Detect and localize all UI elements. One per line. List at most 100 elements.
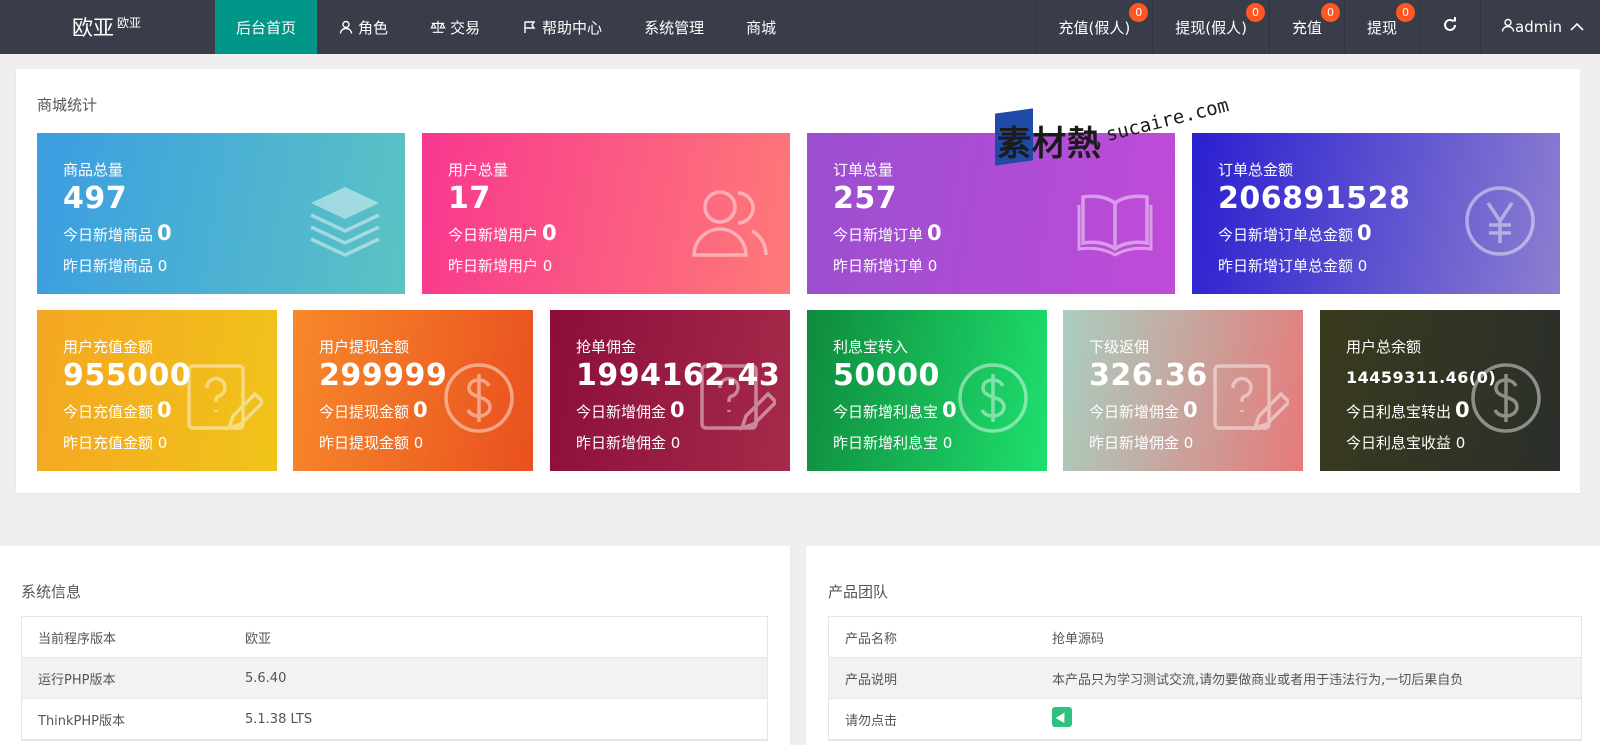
card-today: 今日新增佣金 0 [576, 398, 685, 422]
card-yesterday: 今日利息宝收益 0 [1346, 434, 1466, 452]
stats-title: 商城统计 [37, 96, 98, 114]
nav-withdraw-fake[interactable]: 提现(假人) 0 [1152, 0, 1269, 54]
card-label: 用户提现金额 [319, 338, 410, 356]
row-value: 欧亚 [245, 631, 272, 647]
row-key: ThinkPHP版本 [38, 713, 126, 729]
count-badge: 0 [1245, 3, 1265, 22]
system-info-table: 当前程序版本 欧亚 运行PHP版本 5.6.40 ThinkPHP版本 5.1.… [21, 616, 768, 741]
row-key: 当前程序版本 [38, 631, 117, 647]
card-yesterday: 昨日新增订单总金额 0 [1218, 257, 1368, 275]
table-row: 产品名称 抢单源码 [829, 617, 1581, 658]
card-today: 今日新增佣金 0 [1089, 398, 1198, 422]
flag-icon [522, 19, 538, 35]
card-yesterday: 昨日新增佣金 0 [1089, 434, 1194, 452]
table-row: ThinkPHP版本 5.1.38 LTS [22, 699, 767, 740]
card-value: 17 [448, 181, 491, 216]
top-navbar: 欧亚 欧亚 后台首页 角色 交易 帮助中心 系统管理 商城 充值(假人) 0 提… [0, 0, 1600, 54]
nav-recharge-fake-label: 充值(假人) [1058, 18, 1131, 37]
question-edit-icon [1213, 364, 1289, 431]
card-label: 下级返佣 [1089, 338, 1150, 356]
row-value: 5.1.38 LTS [245, 711, 313, 727]
card-label: 用户总余额 [1346, 338, 1422, 356]
row-value: 本产品只为学习测试交流,请勿要做商业或者用于违法行为,一切后果自负 [1052, 672, 1464, 688]
nav-help-label: 帮助中心 [542, 18, 603, 37]
nav-withdraw-label: 提现 [1366, 18, 1397, 37]
card-value: 326.36 [1089, 358, 1208, 393]
main-nav: 后台首页 角色 交易 帮助中心 系统管理 商城 [215, 0, 797, 54]
nav-withdraw-fake-label: 提现(假人) [1175, 18, 1247, 37]
card-value: 497 [63, 181, 128, 216]
card-yesterday: 昨日提现金额 0 [319, 434, 424, 452]
stat-card-balance[interactable]: 用户总余额 14459311.46(0) 今日利息宝转出 0 今日利息宝收益 0 [1320, 310, 1560, 471]
system-info-panel: 系统信息 当前程序版本 欧亚 运行PHP版本 5.6.40 ThinkPHP版本… [0, 546, 790, 745]
table-row: 请勿点击 [829, 699, 1581, 740]
book-icon [1077, 194, 1153, 257]
nav-withdraw[interactable]: 提现 0 [1343, 0, 1419, 54]
nav-roles-label: 角色 [358, 18, 389, 37]
nav-trade-label: 交易 [450, 18, 481, 37]
stat-card-order-amount[interactable]: 订单总金额 206891528 今日新增订单总金额 0 昨日新增订单总金额 0 [1192, 133, 1560, 294]
logo[interactable]: 欧亚 欧亚 [72, 12, 141, 42]
product-team-title: 产品团队 [828, 583, 889, 601]
card-today: 今日新增利息宝 0 [833, 398, 957, 422]
row-value: 抢单源码 [1052, 631, 1105, 647]
card-yesterday: 昨日新增利息宝 0 [833, 434, 953, 452]
card-label: 商品总量 [63, 161, 124, 179]
row-key: 请勿点击 [845, 713, 898, 729]
card-yesterday: 昨日充值金额 0 [63, 434, 168, 452]
card-today: 今日新增订单 0 [833, 221, 942, 245]
count-badge: 0 [1320, 3, 1340, 22]
table-row: 当前程序版本 欧亚 [22, 617, 767, 658]
stat-card-commission[interactable]: 抢单佣金 1994162.43 今日新增佣金 0 昨日新增佣金 0 [550, 310, 790, 471]
users-icon [692, 190, 768, 257]
card-yesterday: 昨日新增订单 0 [833, 257, 938, 275]
card-value: 955000 [63, 358, 192, 393]
nav-home[interactable]: 后台首页 [215, 0, 318, 54]
stat-card-sub-rebate[interactable]: 下级返佣 326.36 今日新增佣金 0 昨日新增佣金 0 [1063, 310, 1303, 471]
row-value: 5.6.40 [245, 670, 287, 686]
question-edit-icon [187, 364, 263, 431]
card-today: 今日新增用户 0 [448, 221, 557, 245]
user-icon [1501, 18, 1515, 36]
card-value: 50000 [833, 358, 940, 393]
product-team-table: 产品名称 抢单源码 产品说明 本产品只为学习测试交流,请勿要做商业或者用于违法行… [828, 616, 1582, 741]
nav-roles[interactable]: 角色 [317, 0, 409, 54]
nav-mall[interactable]: 商城 [725, 0, 797, 54]
dollar-icon [1471, 363, 1541, 433]
stat-card-users[interactable]: 用户总量 17 今日新增用户 0 昨日新增用户 0 [422, 133, 790, 294]
chevron-up-icon [1570, 22, 1584, 32]
user-menu[interactable]: admin [1480, 0, 1600, 54]
stats-panel: 商城统计 商品总量 497 今日新增商品 0 昨日新增商品 0 用户总量 17 今… [16, 69, 1580, 493]
stat-card-withdraw[interactable]: 用户提现金额 299999 今日提现金额 0 昨日提现金额 0 [293, 310, 533, 471]
card-value: 299999 [319, 358, 448, 393]
card-today: 今日利息宝转出 0 [1346, 398, 1470, 422]
nav-system-label: 系统管理 [644, 18, 705, 37]
row-value [1052, 707, 1581, 731]
card-yesterday: 昨日新增商品 0 [63, 257, 168, 275]
refresh-button[interactable] [1419, 0, 1480, 54]
nav-recharge[interactable]: 充值 0 [1268, 0, 1344, 54]
yen-icon [1465, 186, 1535, 256]
question-edit-icon [700, 364, 776, 431]
stat-card-recharge[interactable]: 用户充值金额 955000 今日充值金额 0 昨日充值金额 0 [37, 310, 277, 471]
nav-home-label: 后台首页 [236, 18, 297, 37]
user-icon [338, 19, 354, 35]
nav-system[interactable]: 系统管理 [623, 0, 725, 54]
nav-recharge-fake[interactable]: 充值(假人) 0 [1035, 0, 1153, 54]
row-key: 运行PHP版本 [38, 672, 116, 688]
launch-icon[interactable] [1052, 707, 1072, 727]
layers-icon [310, 187, 380, 257]
scale-icon [430, 19, 446, 35]
nav-trade[interactable]: 交易 [409, 0, 501, 54]
stat-card-interest-in[interactable]: 利息宝转入 50000 今日新增利息宝 0 昨日新增利息宝 0 [807, 310, 1047, 471]
nav-help[interactable]: 帮助中心 [501, 0, 623, 54]
watermark: 素材熱 sucaire.com [995, 94, 1245, 174]
card-label: 利息宝转入 [833, 338, 909, 356]
dollar-icon [444, 363, 514, 433]
dollar-icon [958, 363, 1028, 433]
logo-text: 欧亚 [72, 16, 114, 40]
product-team-panel: 产品团队 产品名称 抢单源码 产品说明 本产品只为学习测试交流,请勿要做商业或者… [806, 546, 1600, 745]
card-value: 257 [833, 181, 898, 216]
stat-card-products[interactable]: 商品总量 497 今日新增商品 0 昨日新增商品 0 [37, 133, 405, 294]
right-nav: 充值(假人) 0 提现(假人) 0 充值 0 提现 0 admin [1035, 0, 1600, 54]
